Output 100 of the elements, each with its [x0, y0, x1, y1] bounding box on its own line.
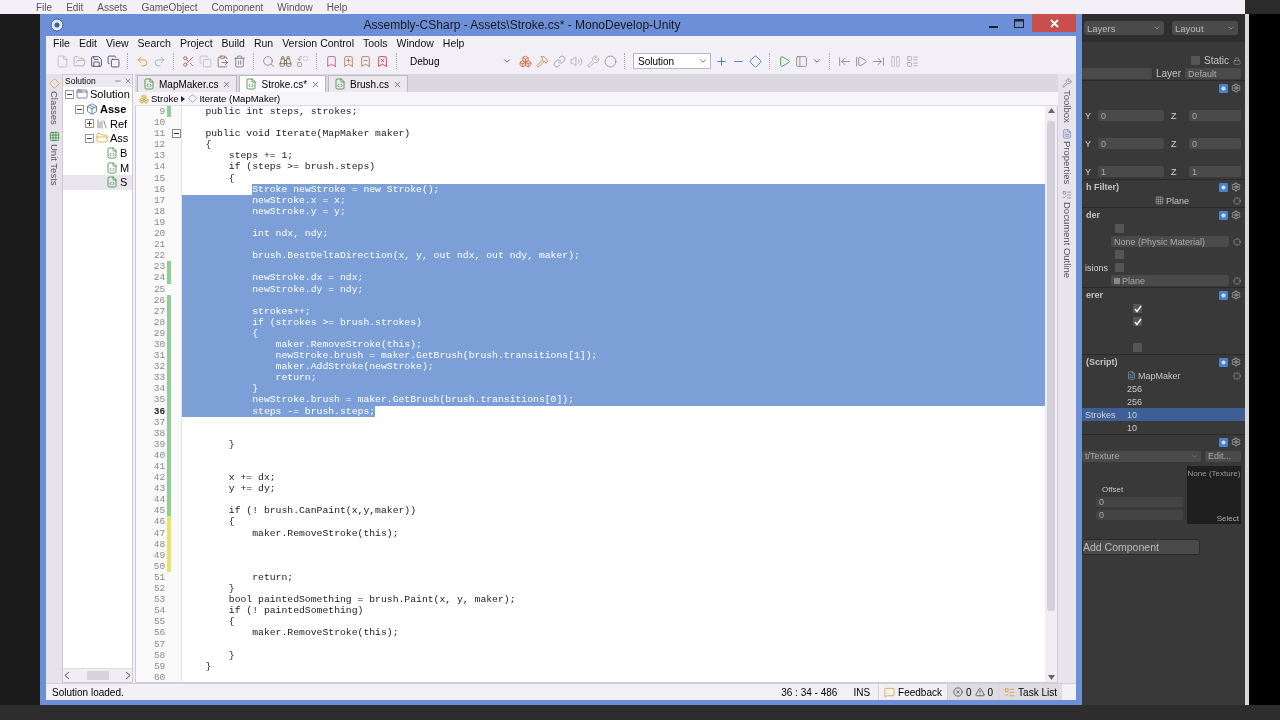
build-icon[interactable]	[519, 54, 532, 68]
layers-dropdown[interactable]: Layers	[1084, 21, 1164, 35]
settings-icon[interactable]	[1231, 357, 1241, 367]
search-icon[interactable]	[262, 54, 275, 68]
tree-item[interactable]: B	[63, 145, 132, 161]
property-row[interactable]: Strokes 10	[1082, 408, 1245, 421]
help-icon[interactable]	[1219, 357, 1228, 367]
script-field[interactable]: MapMaker	[1127, 370, 1229, 381]
shader-dropdown[interactable]: t/Texture	[1082, 450, 1201, 462]
menu-item[interactable]: Version Control	[282, 37, 354, 49]
close-icon[interactable]	[392, 79, 402, 89]
checkbox[interactable]	[1133, 317, 1142, 326]
task-list-button[interactable]: Task List	[998, 684, 1062, 700]
number-field[interactable]: 0	[1096, 496, 1183, 507]
tree-item[interactable]: S	[63, 175, 132, 190]
collapse-icon[interactable]	[85, 133, 94, 143]
menu-item[interactable]: Project	[179, 37, 213, 49]
feedback-button[interactable]: Feedback	[878, 684, 947, 700]
help-icon[interactable]	[1219, 182, 1228, 192]
save-icon[interactable]	[90, 54, 103, 68]
bookmark-icon[interactable]	[359, 54, 372, 68]
pad-tab[interactable]: Document Outline	[1061, 190, 1073, 279]
mesh-field[interactable]: Plane	[1155, 195, 1229, 206]
property-row[interactable]: 256	[1082, 382, 1245, 395]
scrollbar[interactable]	[1045, 106, 1057, 682]
settings-icon[interactable]	[1231, 182, 1241, 192]
target-icon[interactable]	[1233, 371, 1241, 380]
pad-tab[interactable]: Toolbox	[1061, 78, 1073, 123]
menu-item[interactable]: File	[53, 37, 70, 49]
plus-icon[interactable]	[715, 54, 728, 68]
property-row[interactable]: 10	[1082, 421, 1245, 434]
settings-icon[interactable]	[1231, 290, 1241, 300]
bookmark-icon[interactable]	[325, 54, 338, 68]
collapse-icon[interactable]	[65, 89, 74, 99]
edit-button[interactable]: Edit...	[1205, 450, 1241, 462]
circle-icon[interactable]	[604, 54, 617, 68]
select-button[interactable]: Select	[1216, 514, 1241, 523]
pad-tab[interactable]: Properties	[1061, 128, 1073, 185]
solution-dropdown[interactable]: Solution	[633, 53, 711, 69]
scroll-left-icon[interactable]	[65, 672, 70, 679]
number-field[interactable]: 1	[1189, 166, 1241, 177]
checkbox[interactable]	[1115, 250, 1124, 259]
target-icon[interactable]	[1233, 276, 1241, 285]
material-field[interactable]: None (Physic Material)	[1111, 236, 1229, 247]
tree-item[interactable]: Ass	[63, 131, 132, 146]
checkbox[interactable]	[1115, 263, 1124, 272]
number-field[interactable]: 1	[1098, 166, 1164, 177]
collapse-icon[interactable]	[171, 129, 181, 139]
pad-tab[interactable]: Unit Tests	[48, 130, 60, 186]
number-field[interactable]: 0	[1096, 509, 1183, 520]
scroll-up-icon[interactable]	[1047, 108, 1055, 113]
file-tab[interactable]: MapMaker.cs	[137, 75, 238, 92]
diamond-icon[interactable]	[749, 54, 762, 68]
save-all-icon[interactable]	[107, 54, 120, 68]
menu-item[interactable]: Assets	[97, 1, 128, 13]
pad-tab[interactable]: Classes	[48, 78, 60, 125]
menu-item[interactable]: Window	[396, 37, 434, 49]
step-icon[interactable]	[855, 54, 868, 68]
checkbox[interactable]	[1191, 56, 1200, 65]
tag-field[interactable]	[1082, 68, 1152, 79]
menu-item[interactable]: Build	[221, 37, 245, 49]
menu-item[interactable]: View	[106, 37, 129, 49]
number-field[interactable]: 0	[1189, 138, 1241, 149]
collapse-icon[interactable]	[75, 104, 84, 114]
menu-item[interactable]: Help	[326, 1, 348, 13]
layout-dropdown[interactable]: Layout	[1172, 21, 1238, 35]
close-icon[interactable]	[311, 79, 321, 89]
scroll-down-icon[interactable]	[1047, 675, 1055, 680]
help-icon[interactable]	[1219, 83, 1228, 93]
caret-icon[interactable]	[812, 56, 822, 66]
menu-item[interactable]: Component	[211, 1, 264, 13]
property-row[interactable]: 256	[1082, 395, 1245, 408]
binoculars-icon[interactable]	[279, 54, 292, 68]
menu-item[interactable]: GameObject	[141, 1, 198, 13]
list-icon[interactable]	[906, 54, 919, 68]
settings-icon[interactable]	[1231, 83, 1241, 93]
panel-icon[interactable]	[795, 54, 808, 68]
link-icon[interactable]	[553, 54, 566, 68]
bookmark-icon[interactable]	[342, 54, 355, 68]
settings-icon[interactable]	[1231, 210, 1241, 220]
tree-item[interactable]: Ref	[63, 116, 132, 132]
tree-item[interactable]: Asse	[63, 101, 132, 117]
scissors-icon[interactable]	[182, 54, 195, 68]
lock-icon[interactable]	[1233, 56, 1241, 65]
breadcrumb-item[interactable]: Stroke	[139, 93, 179, 104]
run-icon[interactable]	[778, 54, 791, 68]
scrollbar[interactable]	[63, 668, 132, 682]
build-icon[interactable]	[536, 54, 549, 68]
checkbox[interactable]	[1133, 304, 1142, 313]
menu-item[interactable]: Tools	[363, 37, 388, 49]
menu-item[interactable]: Help	[442, 37, 465, 49]
menu-item[interactable]: Edit	[78, 37, 97, 49]
help-icon[interactable]	[1219, 210, 1228, 220]
file-tab[interactable]: Stroke.cs*	[239, 75, 327, 92]
texture-preview[interactable]: None (Texture) Select	[1187, 466, 1241, 524]
clipboard-icon[interactable]	[216, 54, 229, 68]
layer-dropdown[interactable]: Default	[1185, 68, 1241, 79]
replace-icon[interactable]	[296, 54, 309, 68]
tree-item[interactable]: Solution	[63, 87, 132, 102]
undo-icon[interactable]	[136, 54, 149, 68]
